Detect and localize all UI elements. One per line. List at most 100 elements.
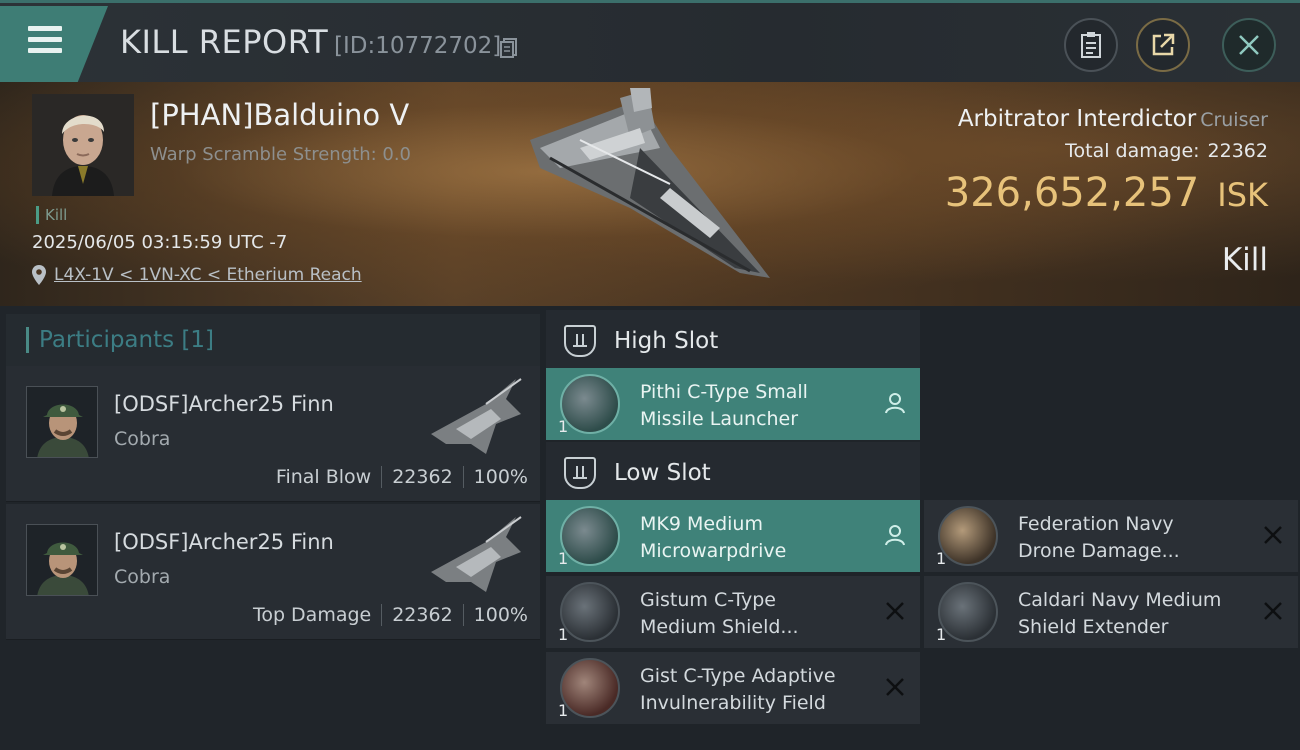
kill-location[interactable]: L4X-1V < 1VN-XC < Etherium Reach [32,265,362,285]
module-quantity: 1 [558,701,569,720]
copy-icon[interactable] [499,37,519,59]
destroyed-x-icon [1264,526,1282,544]
module-name-line1: Gist C-Type Adaptive [640,665,836,687]
module-name-line1: Gistum C-Type [640,589,776,611]
clipboard-button[interactable] [1064,18,1118,72]
module-item[interactable]: 1 Gistum C-Type Medium Shield... [546,576,920,648]
module-name-line2: Missile Launcher [640,408,799,430]
microwarpdrive-icon [560,506,620,566]
high-slot-header[interactable]: High Slot [546,310,920,372]
victim-portrait[interactable] [32,94,134,196]
participant-role: Final Blow [275,466,372,488]
low-slot-title: Low Slot [614,460,711,486]
module-quantity: 1 [558,625,569,644]
module-quantity: 1 [936,625,947,644]
module-name: Gistum C-Type Medium Shield... [640,587,880,641]
close-icon [1239,35,1259,55]
shield-extender-icon [938,582,998,642]
module-name: Pithi C-Type Small Missile Launcher [640,379,880,433]
location-pin-icon [32,265,46,285]
module-name: Federation Navy Drone Damage... [1018,511,1258,565]
ship-class: Cruiser [1200,109,1268,131]
top-bar: KILL REPORT [ID:10772702] [0,0,1300,82]
module-name: Caldari Navy Medium Shield Extender [1018,587,1258,641]
participant-row[interactable]: [ODSF]Archer25 Finn Cobra Top Damage 223… [6,504,540,640]
total-damage-value: 22362 [1207,140,1268,162]
participants-panel: Participants [1] [ODSF]Archer25 Finn Cob… [0,306,540,750]
module-name-line1: Pithi C-Type Small [640,381,808,403]
module-item[interactable]: 1 Federation Navy Drone Damage... [924,500,1298,572]
participants-header[interactable]: Participants [1] [6,314,540,366]
module-name: MK9 Medium Microwarpdrive [640,511,880,565]
victim-ship-name: Arbitrator Interdictor Cruiser [958,106,1268,132]
victim-banner: [PHAN]Balduino V Warp Scramble Strength:… [0,82,1300,306]
shield-module-icon [560,582,620,642]
participant-avatar[interactable] [26,524,98,596]
location-link[interactable]: L4X-1V < 1VN-XC < Etherium Reach [54,265,362,285]
page-title: KILL REPORT [120,23,329,61]
isk-value: 326,652,257 ISK [945,170,1268,216]
participant-ship: Cobra [114,566,171,588]
destroyed-x-icon [1264,602,1282,620]
close-button[interactable] [1222,18,1276,72]
participant-ship-image [431,516,522,592]
module-name: Gist C-Type Adaptive Invulnerability Fie… [640,663,880,717]
clipboard-icon [1081,32,1101,58]
low-slot-icon [564,457,596,489]
ship-type[interactable]: Arbitrator Interdictor [958,106,1196,132]
share-icon [1152,33,1175,56]
divider [462,466,464,488]
divider [381,466,383,488]
pilot-portrait-image [32,94,134,196]
drone-damage-icon [938,506,998,566]
participant-avatar[interactable] [26,386,98,458]
divider [462,604,464,626]
kill-badge: Kill [36,206,67,224]
module-quantity: 1 [558,549,569,568]
module-quantity: 1 [558,417,569,436]
module-name-line2: Microwarpdrive [640,540,787,562]
warp-scramble-strength: Warp Scramble Strength: 0.0 [150,144,412,165]
low-slot-header[interactable]: Low Slot [546,442,920,504]
hamburger-icon [28,26,62,53]
fitting-panel: High Slot 1 Pithi C-Type Small Missile L… [540,306,1300,750]
user-icon [885,393,905,414]
module-item[interactable]: 1 Caldari Navy Medium Shield Extender [924,576,1298,648]
invulnerability-field-icon [560,658,620,718]
participant-name[interactable]: [ODSF]Archer25 Finn [114,392,334,416]
participant-damage: 22362 [392,466,453,488]
divider [381,604,383,626]
participant-portrait-image [27,525,97,595]
destroyed-x-icon [886,678,904,696]
participants-title: Participants [1] [39,327,214,353]
participant-percent: 100% [473,604,528,626]
menu-button[interactable] [0,6,108,82]
result-label: Kill [1221,242,1268,278]
module-name-line1: Federation Navy [1018,513,1174,535]
high-slot-title: High Slot [614,328,719,354]
total-damage: Total damage: 22362 [1065,140,1268,162]
total-damage-label: Total damage: [1065,140,1200,162]
module-name-line2: Shield Extender [1018,616,1169,638]
share-button[interactable] [1136,18,1190,72]
participant-ship: Cobra [114,428,171,450]
victim-name[interactable]: [PHAN]Balduino V [150,98,409,132]
module-name-line2: Drone Damage... [1018,540,1180,562]
participant-name[interactable]: [ODSF]Archer25 Finn [114,530,334,554]
missile-launcher-icon [560,374,620,434]
module-quantity: 1 [936,549,947,568]
destroyed-x-icon [886,602,904,620]
participant-damage: 22362 [392,604,453,626]
user-icon [885,525,905,546]
high-slot-icon [564,325,596,357]
header-accent-bar [26,327,29,353]
module-name-line2: Medium Shield... [640,616,799,638]
module-item[interactable]: 1 Gist C-Type Adaptive Invulnerability F… [546,652,920,724]
participant-percent: 100% [473,466,528,488]
victim-ship-image[interactable] [520,88,780,298]
report-id: [ID:10772702] [334,33,502,59]
participant-portrait-image [27,387,97,457]
participant-row[interactable]: [ODSF]Archer25 Finn Cobra Final Blow 223… [6,366,540,502]
module-item[interactable]: 1 Pithi C-Type Small Missile Launcher [546,368,920,440]
module-item[interactable]: 1 MK9 Medium Microwarpdrive [546,500,920,572]
